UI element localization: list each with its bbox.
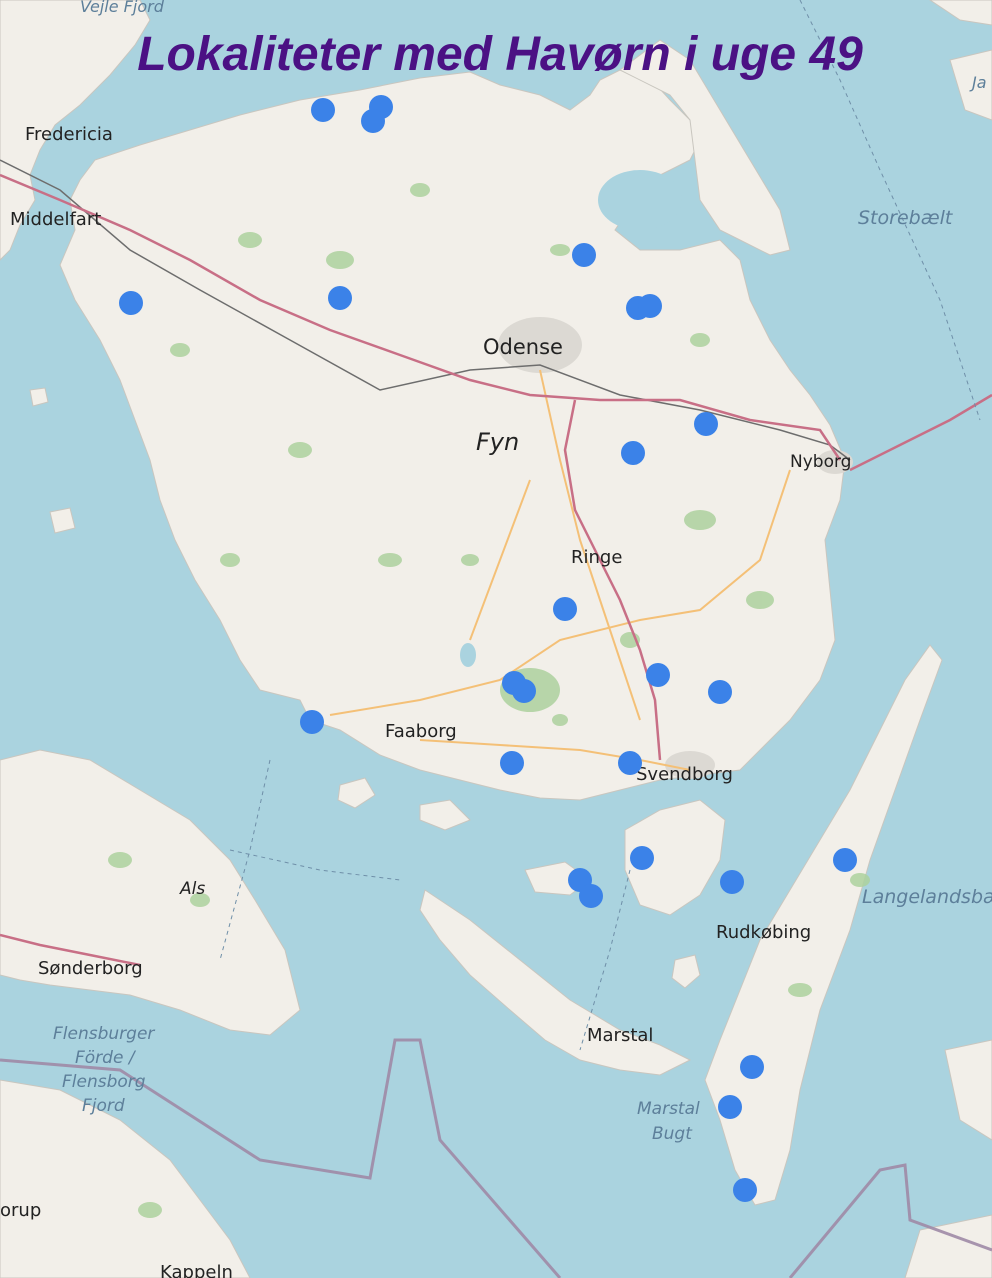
label-vejle-fjord: Vejle Fjord: [80, 0, 165, 16]
sighting-marker[interactable]: [708, 680, 732, 704]
label-marstal-bugt-2: Bugt: [652, 1124, 693, 1144]
label-als: Als: [179, 879, 205, 899]
sighting-marker[interactable]: [638, 294, 662, 318]
sighting-marker[interactable]: [733, 1178, 757, 1202]
label-ja: Ja: [969, 73, 987, 92]
label-storebaelt: Storebælt: [858, 207, 954, 229]
label-faaborg: Faaborg: [385, 721, 457, 742]
sighting-marker[interactable]: [718, 1095, 742, 1119]
odense-fjord: [598, 170, 682, 230]
label-rudkobing: Rudkøbing: [716, 922, 811, 943]
label-orup: orup: [0, 1200, 41, 1221]
label-flensburger-3: Flensborg: [62, 1072, 146, 1092]
label-ringe: Ringe: [571, 547, 622, 568]
label-flensburger-2: Förde /: [75, 1048, 137, 1068]
label-langelandsbaelt: Langelandsbælt: [862, 886, 992, 908]
small-island: [49, 507, 76, 534]
label-sonderborg: Sønderborg: [38, 958, 143, 979]
sighting-marker[interactable]: [119, 291, 143, 315]
sighting-marker[interactable]: [630, 846, 654, 870]
label-flensburger-1: Flensburger: [53, 1024, 155, 1044]
map[interactable]: Lokaliteter med Havørn i uge 49 Vejle Fj…: [0, 0, 992, 1278]
sighting-marker[interactable]: [618, 751, 642, 775]
label-nyborg: Nyborg: [790, 452, 851, 472]
sighting-marker[interactable]: [512, 679, 536, 703]
sighting-marker[interactable]: [311, 98, 335, 122]
label-marstal-bugt-1: Marstal: [637, 1099, 700, 1119]
label-svendborg: Svendborg: [636, 764, 733, 785]
sighting-marker[interactable]: [361, 109, 385, 133]
label-marstal: Marstal: [587, 1025, 653, 1046]
sighting-marker[interactable]: [553, 597, 577, 621]
sighting-marker[interactable]: [500, 751, 524, 775]
label-kappeln: Kappeln: [160, 1262, 233, 1278]
label-flensburger-4: Fjord: [82, 1096, 125, 1116]
label-fredericia: Fredericia: [25, 124, 113, 145]
lake: [460, 643, 476, 667]
sighting-marker[interactable]: [579, 884, 603, 908]
sighting-marker[interactable]: [328, 286, 352, 310]
label-fyn: Fyn: [476, 428, 519, 456]
label-odense: Odense: [483, 335, 563, 359]
sighting-marker[interactable]: [646, 663, 670, 687]
sighting-marker[interactable]: [572, 243, 596, 267]
sighting-marker[interactable]: [720, 870, 744, 894]
sighting-marker[interactable]: [740, 1055, 764, 1079]
sighting-marker[interactable]: [621, 441, 645, 465]
sighting-marker[interactable]: [833, 848, 857, 872]
sighting-marker[interactable]: [300, 710, 324, 734]
label-middelfart: Middelfart: [10, 209, 101, 230]
map-title: Lokaliteter med Havørn i uge 49: [137, 28, 863, 81]
sighting-marker[interactable]: [694, 412, 718, 436]
